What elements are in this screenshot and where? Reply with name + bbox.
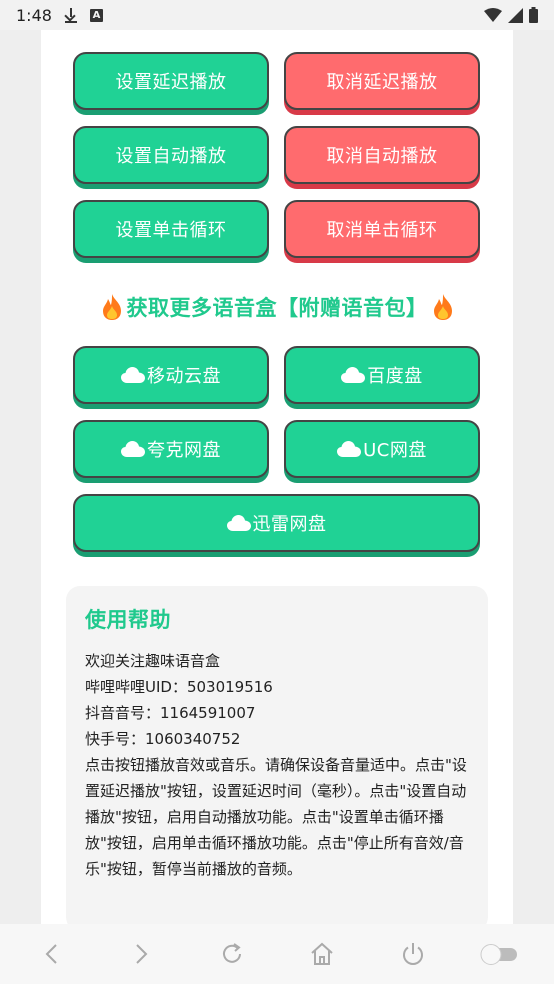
set-delay-play-button[interactable]: 设置延迟播放 — [73, 52, 269, 110]
help-line: 哔哩哔哩UID：503019516 — [85, 678, 273, 696]
status-bar: 1:48 A — [0, 0, 554, 30]
button-label: 取消单击循环 — [326, 220, 438, 241]
toggle-icon — [480, 944, 517, 965]
help-line: 快手号：1060340752 — [85, 730, 241, 748]
button-label: UC网盘 — [363, 440, 427, 461]
quark-disk-button[interactable]: 夸克网盘 — [73, 420, 269, 478]
xunlei-disk-button[interactable]: 迅雷网盘 — [73, 494, 480, 552]
cancel-auto-play-button[interactable]: 取消自动播放 — [284, 126, 480, 184]
cloud-icon — [341, 367, 366, 383]
signal-icon — [508, 7, 523, 23]
a-app-icon: A — [89, 8, 103, 22]
refresh-icon — [223, 943, 241, 963]
help-panel: 使用帮助 欢迎关注趣味语音盒 哔哩哔哩UID：503019516 抖音音号：11… — [66, 586, 488, 924]
page-card: 设置延迟播放 取消延迟播放 设置自动播放 取消自动播放 设置单击循环 取消单击循… — [41, 30, 513, 924]
set-auto-play-button[interactable]: 设置自动播放 — [73, 126, 269, 184]
browser-bottom-nav — [0, 924, 554, 984]
toggle-switch[interactable] — [478, 938, 522, 970]
power-button[interactable] — [397, 938, 429, 970]
forward-button[interactable] — [125, 938, 157, 970]
back-button[interactable] — [36, 938, 68, 970]
power-icon — [403, 943, 423, 965]
more-voicebox-title: 获取更多语音盒【附赠语音包】 — [41, 292, 513, 322]
cancel-delay-play-button[interactable]: 取消延迟播放 — [284, 52, 480, 110]
cloud-icon — [337, 441, 362, 457]
fire-icon — [433, 294, 452, 320]
refresh-button[interactable] — [216, 938, 248, 970]
baidu-disk-button[interactable]: 百度盘 — [284, 346, 480, 404]
home-button[interactable] — [306, 938, 338, 970]
button-label: 移动云盘 — [147, 366, 221, 387]
cloud-icon — [226, 515, 251, 531]
button-label: 设置自动播放 — [115, 146, 227, 167]
button-label: 迅雷网盘 — [252, 514, 327, 535]
button-label: 设置单击循环 — [115, 220, 227, 241]
help-line: 欢迎关注趣味语音盒 — [85, 652, 221, 670]
button-label: 夸克网盘 — [147, 440, 221, 461]
home-icon — [311, 942, 333, 965]
button-label: 设置延迟播放 — [115, 72, 227, 93]
help-line: 抖音音号：1164591007 — [85, 704, 256, 722]
set-click-loop-button[interactable]: 设置单击循环 — [73, 200, 269, 258]
cancel-click-loop-button[interactable]: 取消单击循环 — [284, 200, 480, 258]
mobile-cloud-button[interactable]: 移动云盘 — [73, 346, 269, 404]
button-label: 取消自动播放 — [326, 146, 438, 167]
back-icon — [45, 944, 57, 964]
more-voicebox-title-text: 获取更多语音盒【附赠语音包】 — [126, 296, 428, 320]
button-label: 取消延迟播放 — [326, 72, 438, 93]
forward-icon — [136, 944, 148, 964]
download-icon — [64, 7, 78, 23]
button-label: 百度盘 — [367, 366, 423, 387]
fire-icon — [102, 294, 121, 320]
cloud-icon — [121, 441, 145, 457]
help-instructions: 点击按钮播放音效或音乐。请确保设备音量适中。点击"设置延迟播放"按钮，设置延迟时… — [85, 756, 467, 878]
wifi-icon — [484, 7, 502, 22]
uc-disk-button[interactable]: UC网盘 — [284, 420, 480, 478]
battery-icon — [529, 7, 538, 23]
cloud-icon — [121, 367, 145, 383]
status-time: 1:48 — [16, 5, 52, 25]
help-title: 使用帮助 — [85, 608, 171, 632]
